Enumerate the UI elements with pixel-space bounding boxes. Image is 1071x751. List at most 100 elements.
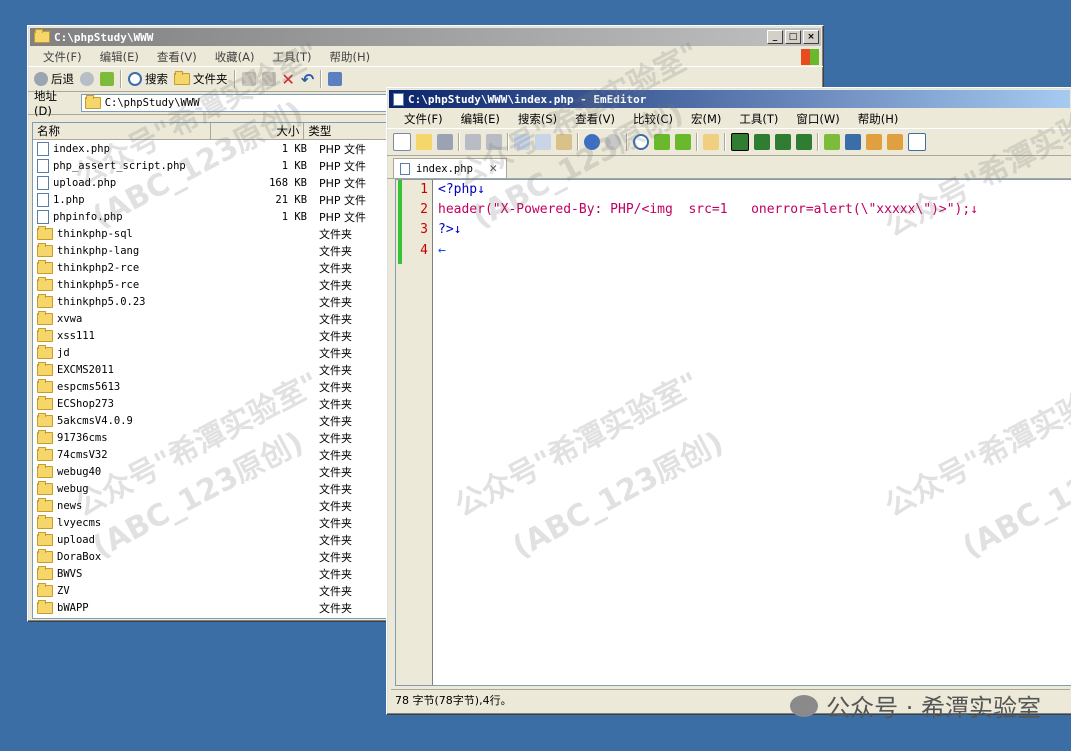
- move-to-icon[interactable]: [241, 72, 256, 86]
- explorer-titlebar[interactable]: C:\phpStudy\WWW: [30, 28, 821, 46]
- file-row[interactable]: upload 文件夹: [33, 531, 388, 548]
- find-next-icon[interactable]: [654, 134, 670, 150]
- clipboard-icon[interactable]: [824, 134, 840, 150]
- menu-macro[interactable]: 宏(M): [682, 111, 730, 127]
- file-row[interactable]: news 文件夹: [33, 497, 388, 514]
- file-name-cell: espcms5613: [33, 378, 250, 393]
- open-folder-icon[interactable]: [416, 134, 432, 150]
- menu-view[interactable]: 查看(V): [566, 111, 624, 127]
- redo-icon[interactable]: [605, 134, 621, 150]
- copy-to-icon[interactable]: [261, 72, 276, 86]
- print-preview-icon[interactable]: [486, 134, 502, 150]
- menu-file[interactable]: 文件(F): [395, 111, 452, 127]
- file-row[interactable]: DoraBox 文件夹: [33, 548, 388, 565]
- new-file-icon[interactable]: [393, 133, 411, 151]
- file-name-cell: xss111: [33, 327, 250, 342]
- search-button[interactable]: 搜索: [128, 71, 168, 87]
- file-row[interactable]: jd 文件夹: [33, 344, 388, 361]
- file-name: upload.php: [53, 176, 117, 189]
- column-size[interactable]: 大小: [211, 123, 305, 139]
- menu-tools[interactable]: 工具(T): [264, 49, 321, 65]
- column-type[interactable]: 类型: [304, 123, 388, 139]
- paste-icon[interactable]: [556, 134, 572, 150]
- file-type: 文件夹: [319, 601, 353, 615]
- file-row[interactable]: ZV 文件夹: [33, 582, 388, 599]
- file-row[interactable]: xss111 文件夹: [33, 327, 388, 344]
- file-type: 文件夹: [319, 295, 353, 309]
- config-icon[interactable]: [887, 134, 903, 150]
- minimize-icon[interactable]: _: [767, 30, 783, 44]
- file-row[interactable]: webug 文件夹: [33, 480, 388, 497]
- menu-tools[interactable]: 工具(T): [730, 111, 787, 127]
- code-editor[interactable]: 1 2 3 4 <?php↓ header("X-Powered-By: PHP…: [395, 179, 1071, 686]
- folder-icon: [37, 293, 53, 308]
- menu-compare[interactable]: 比较(C): [624, 111, 682, 127]
- file-row[interactable]: EXCMS2011 文件夹: [33, 361, 388, 378]
- forward-arrow-icon[interactable]: [80, 72, 94, 86]
- cut-icon[interactable]: [514, 134, 530, 150]
- check-icon[interactable]: [908, 133, 926, 151]
- menu-help[interactable]: 帮助(H): [321, 49, 380, 65]
- undo-icon[interactable]: [584, 134, 600, 150]
- menu-edit[interactable]: 编辑(E): [91, 49, 148, 65]
- folders-button[interactable]: 文件夹: [174, 71, 228, 87]
- folder-icon: [37, 480, 53, 495]
- tab-index-php[interactable]: index.php ✕: [393, 158, 507, 178]
- up-folder-icon[interactable]: [100, 72, 114, 86]
- file-row[interactable]: 91736cms 文件夹: [33, 429, 388, 446]
- menu-window[interactable]: 窗口(W): [787, 111, 848, 127]
- marks-icon[interactable]: [796, 134, 812, 150]
- split-icon[interactable]: [754, 134, 770, 150]
- highlight-icon[interactable]: [703, 134, 719, 150]
- file-row[interactable]: thinkphp-sql 文件夹: [33, 225, 388, 242]
- save-icon[interactable]: [437, 134, 453, 150]
- wrap-icon[interactable]: [775, 134, 791, 150]
- file-row[interactable]: 74cmsV32 文件夹: [33, 446, 388, 463]
- menu-view[interactable]: 查看(V): [148, 49, 206, 65]
- close-icon[interactable]: ×: [803, 30, 819, 44]
- maximize-icon[interactable]: □: [785, 30, 801, 44]
- plugin-icon[interactable]: [866, 134, 882, 150]
- file-row[interactable]: espcms5613 文件夹: [33, 378, 388, 395]
- layout-icon[interactable]: [731, 133, 749, 151]
- menu-edit[interactable]: 编辑(E): [452, 111, 509, 127]
- file-type: 文件夹: [319, 516, 353, 530]
- file-row[interactable]: xvwa 文件夹: [33, 310, 388, 327]
- file-row[interactable]: lvyecms 文件夹: [33, 514, 388, 531]
- delete-icon[interactable]: ✕: [282, 70, 295, 89]
- file-name-cell: 91736cms: [33, 429, 250, 444]
- column-name[interactable]: 名称: [33, 123, 211, 139]
- file-row[interactable]: thinkphp-lang 文件夹: [33, 242, 388, 259]
- file-row[interactable]: BWVS 文件夹: [33, 565, 388, 582]
- file-row[interactable]: thinkphp2-rce 文件夹: [33, 259, 388, 276]
- file-row[interactable]: thinkphp5-rce 文件夹: [33, 276, 388, 293]
- menu-help[interactable]: 帮助(H): [849, 111, 908, 127]
- tab-close-icon[interactable]: ✕: [489, 163, 498, 175]
- file-row[interactable]: bWAPP 文件夹: [33, 599, 388, 616]
- menu-file[interactable]: 文件(F): [34, 49, 91, 65]
- file-row[interactable]: index.php 1 KB PHP 文件: [33, 140, 388, 157]
- copy-icon[interactable]: [535, 134, 551, 150]
- undo-icon[interactable]: ↶: [301, 70, 314, 89]
- file-row[interactable]: webug40 文件夹: [33, 463, 388, 480]
- file-row[interactable]: php_assert_script.php 1 KB PHP 文件: [33, 157, 388, 174]
- file-type: 文件夹: [319, 261, 353, 275]
- code-line: ←: [438, 243, 446, 258]
- file-row[interactable]: phpinfo.php 1 KB PHP 文件: [33, 208, 388, 225]
- editor-titlebar[interactable]: C:\phpStudy\WWW\index.php - EmEditor: [389, 90, 1070, 108]
- file-row[interactable]: 5akcmsV4.0.9 文件夹: [33, 412, 388, 429]
- file-type: PHP 文件: [319, 193, 367, 207]
- macro-icon[interactable]: [845, 134, 861, 150]
- file-row[interactable]: 1.php 21 KB PHP 文件: [33, 191, 388, 208]
- file-row[interactable]: ECShop273 文件夹: [33, 395, 388, 412]
- views-icon[interactable]: [328, 72, 343, 86]
- menu-favorites[interactable]: 收藏(A): [206, 49, 264, 65]
- find-icon[interactable]: [633, 134, 649, 150]
- file-row[interactable]: upload.php 168 KB PHP 文件: [33, 174, 388, 191]
- folder-icon: [37, 582, 53, 597]
- file-row[interactable]: thinkphp5.0.23 文件夹: [33, 293, 388, 310]
- print-icon[interactable]: [465, 134, 481, 150]
- find-prev-icon[interactable]: [675, 134, 691, 150]
- menu-search[interactable]: 搜索(S): [509, 111, 566, 127]
- back-button[interactable]: 后退: [34, 71, 74, 87]
